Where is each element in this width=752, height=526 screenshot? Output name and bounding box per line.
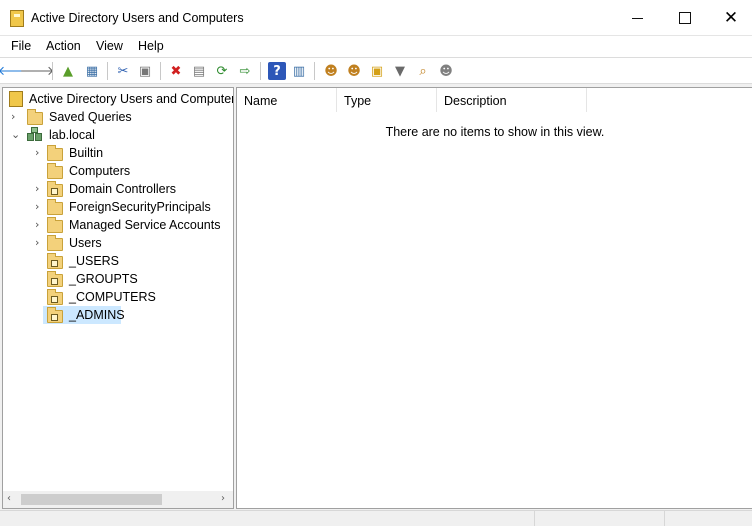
close-button[interactable]: ✕ bbox=[708, 0, 752, 36]
folder-icon bbox=[27, 109, 43, 125]
horizontal-scrollbar[interactable]: ‹ › bbox=[3, 491, 233, 508]
tree-item[interactable]: › Managed Service Accounts bbox=[35, 216, 233, 234]
expand-chevron-icon[interactable]: › bbox=[11, 110, 21, 123]
create-user-icon[interactable]: ☻ bbox=[322, 62, 340, 80]
folder-icon bbox=[47, 145, 63, 161]
tree-item-label: Managed Service Accounts bbox=[69, 218, 221, 232]
tree-root-label: Active Directory Users and Computers bbox=[29, 92, 234, 106]
maximize-button[interactable] bbox=[662, 0, 708, 36]
folder-icon bbox=[47, 199, 63, 215]
window-title: Active Directory Users and Computers bbox=[31, 11, 244, 25]
menu-action[interactable]: Action bbox=[46, 39, 81, 53]
toolbar-separator bbox=[260, 62, 261, 80]
properties-icon[interactable]: ▤ bbox=[190, 62, 208, 80]
status-bar bbox=[0, 510, 752, 526]
organizational-unit-icon bbox=[47, 307, 63, 323]
organizational-unit-icon bbox=[47, 271, 63, 287]
collapse-chevron-icon[interactable]: ⌄ bbox=[11, 128, 21, 141]
expand-chevron-icon[interactable]: › bbox=[35, 200, 45, 213]
scrollbar-thumb[interactable] bbox=[21, 494, 162, 505]
export-list-icon[interactable]: ⇨ bbox=[236, 62, 254, 80]
cut-icon[interactable]: ✂ bbox=[114, 62, 132, 80]
tree-item-label: Saved Queries bbox=[49, 110, 132, 124]
column-header-name[interactable]: Name bbox=[237, 88, 337, 112]
tree-item-label: _USERS bbox=[69, 254, 120, 268]
expand-chevron-icon[interactable]: › bbox=[35, 236, 45, 249]
domain-icon bbox=[27, 127, 43, 142]
tree-item[interactable]: _USERS bbox=[43, 252, 233, 270]
forward-arrow-icon[interactable]: 🡒 bbox=[20, 62, 55, 80]
tree-item-label: lab.local bbox=[49, 128, 95, 142]
tree-item-label: _COMPUTERS bbox=[69, 290, 156, 304]
console-tree[interactable]: Active Directory Users and Computers › Sa… bbox=[2, 87, 234, 509]
copy-icon[interactable]: ▣ bbox=[136, 62, 154, 80]
tree-item[interactable]: _GROUPTS bbox=[43, 270, 233, 288]
help-icon[interactable]: ? bbox=[268, 62, 286, 80]
expand-chevron-icon[interactable]: › bbox=[35, 182, 45, 195]
refresh-icon[interactable]: ⟳ bbox=[213, 62, 231, 80]
add-to-group-icon[interactable]: ☻ bbox=[437, 62, 455, 80]
find-icon[interactable]: ⌕ bbox=[414, 62, 432, 80]
create-group-icon[interactable]: ☻ bbox=[345, 62, 363, 80]
expand-chevron-icon[interactable]: › bbox=[35, 218, 45, 231]
tree-item[interactable]: › Saved Queries bbox=[5, 108, 195, 126]
menu-bar: File Action View Help bbox=[0, 36, 752, 58]
toolbar-separator bbox=[107, 62, 108, 80]
tree-item-label: _GROUPTS bbox=[69, 272, 138, 286]
tree-item[interactable]: _COMPUTERS bbox=[43, 288, 233, 306]
scroll-right-arrow-icon[interactable]: › bbox=[221, 493, 225, 504]
tree-item[interactable]: › Users bbox=[35, 234, 233, 252]
menu-help[interactable]: Help bbox=[138, 39, 164, 53]
empty-list-message: There are no items to show in this view. bbox=[385, 125, 605, 139]
organizational-unit-icon bbox=[47, 253, 63, 269]
results-list[interactable]: Name Type Description There are no items… bbox=[236, 87, 752, 509]
menu-view[interactable]: View bbox=[96, 39, 123, 53]
minimize-button[interactable] bbox=[614, 0, 660, 36]
show-hide-console-tree-icon[interactable]: ▦ bbox=[83, 62, 101, 80]
tree-item[interactable]: _ADMINS bbox=[43, 306, 125, 324]
tree-item[interactable]: › Builtin bbox=[35, 144, 233, 162]
tree-item-label: Domain Controllers bbox=[69, 182, 176, 196]
tree-item-label: Builtin bbox=[69, 146, 104, 160]
filter-icon[interactable]: ▼ bbox=[391, 62, 409, 80]
status-cell bbox=[664, 511, 752, 526]
tree-root[interactable]: Active Directory Users and Computers bbox=[5, 90, 233, 108]
organizational-unit-icon bbox=[47, 181, 63, 197]
status-cell bbox=[534, 511, 664, 526]
folder-icon bbox=[47, 235, 63, 251]
aduc-app-icon bbox=[10, 10, 24, 27]
expand-chevron-icon[interactable]: › bbox=[35, 146, 45, 159]
tree-item-label: ForeignSecurityPrincipals bbox=[69, 200, 211, 214]
tree-item[interactable]: › Domain Controllers bbox=[35, 180, 233, 198]
folder-icon bbox=[47, 163, 63, 179]
toolbar-separator bbox=[160, 62, 161, 80]
toolbar: 🡐 🡒 ▲ ▦ ✂ ▣ ✖ ▤ ⟳ ⇨ ? ▥ ☻ ☻ ▣ ▼ ⌕ ☻ bbox=[0, 58, 752, 84]
menu-file[interactable]: File bbox=[11, 39, 31, 53]
column-header-description[interactable]: Description bbox=[437, 88, 587, 112]
title-bar: Active Directory Users and Computers ✕ bbox=[0, 0, 752, 36]
tree-item[interactable]: ⌄ lab.local bbox=[5, 126, 195, 144]
toolbar-separator bbox=[314, 62, 315, 80]
tree-item-label: Computers bbox=[69, 164, 131, 178]
tree-item-label: _ADMINS bbox=[69, 308, 125, 322]
toolbar-separator bbox=[52, 62, 53, 80]
tree-item-label: Users bbox=[69, 236, 102, 250]
aduc-root-icon bbox=[9, 91, 23, 107]
tree-item[interactable]: › ForeignSecurityPrincipals bbox=[35, 198, 233, 216]
create-ou-icon[interactable]: ▣ bbox=[368, 62, 386, 80]
folder-icon bbox=[47, 217, 63, 233]
organizational-unit-icon bbox=[47, 289, 63, 305]
scroll-left-arrow-icon[interactable]: ‹ bbox=[7, 493, 11, 504]
tree-item[interactable]: Computers bbox=[43, 162, 233, 180]
column-header-type[interactable]: Type bbox=[337, 88, 437, 112]
show-hide-action-pane-icon[interactable]: ▥ bbox=[290, 62, 308, 80]
delete-icon[interactable]: ✖ bbox=[167, 62, 185, 80]
up-folder-icon[interactable]: ▲ bbox=[59, 62, 77, 80]
